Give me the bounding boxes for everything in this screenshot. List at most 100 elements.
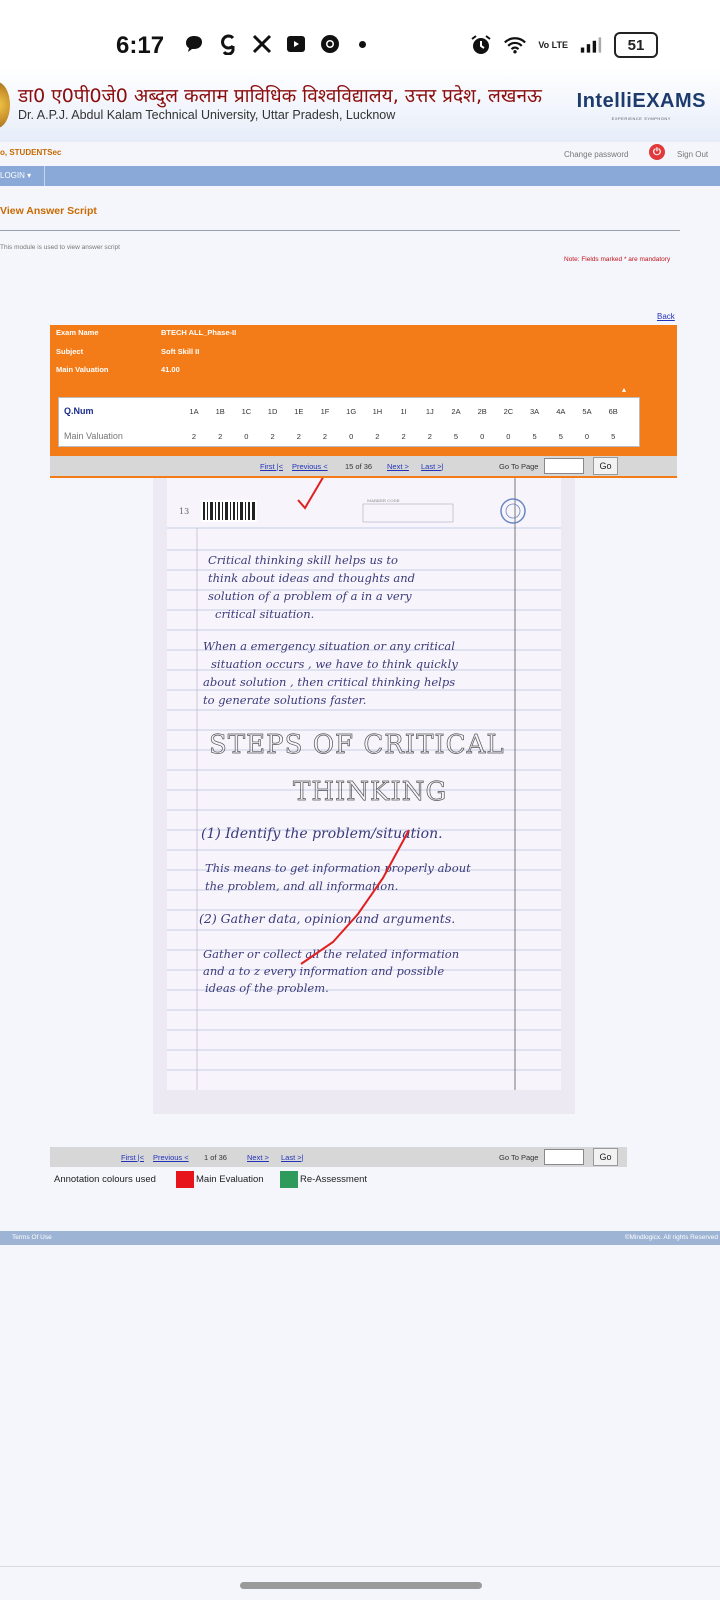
first-page-link-bottom[interactable]: First |< [121,1153,144,1162]
collapse-icon[interactable]: ▴ [622,385,626,394]
goto-page-input-bottom[interactable] [544,1149,584,1165]
answer-line-7: about solution , then critical thinking … [203,675,455,689]
answer-line-1: Critical thinking skill helps us to [208,553,398,567]
g-icon [217,33,239,55]
question-1f: 1F [320,407,330,416]
legend-title: Annotation colours used [54,1174,156,1185]
question-1j: 1J [425,407,434,416]
question-3a: 3A [530,407,540,416]
barcode [201,500,257,522]
marker-code-label: MARKER CODE [367,498,400,503]
copyright-text: ©Mindlogicx. All rights Reserved [624,1234,718,1241]
mandatory-note: Note: Fields marked * are mandatory [564,256,671,263]
network-label: Vo LTE [538,39,568,50]
welcome-user: o, STUDENTSec [0,148,62,157]
power-icon[interactable]: ⏻ [649,144,665,160]
mark-4a: 5 [558,432,563,441]
user-bar: o, STUDENTSec Change password ⏻ Sign Out [0,142,720,166]
mark-1c: 0 [244,432,249,441]
mark-1f: 2 [322,432,328,441]
answer-line-13: ideas of the problem. [205,981,329,995]
mark-1g: 0 [349,432,354,441]
first-page-link[interactable]: First |< [260,462,283,471]
site-footer: Terms Of Use ©Mindlogicx. All rights Res… [0,1231,720,1245]
question-5a: 5A [582,407,592,416]
question-1c: 1C [241,407,252,416]
subject-label: Subject [56,347,84,356]
page-status-bottom: 1 of 36 [204,1153,227,1162]
marks-table: Q.Num 1A 1B 1C 1D 1E 1F 1G 1H 1I 1J 2A 2B 2C 3A 4A 5A 6B… [58,397,640,447]
goto-page-input[interactable] [544,458,584,474]
gesture-bar[interactable] [240,1582,482,1589]
x-icon [251,33,273,55]
go-button-bottom[interactable]: Go [593,1148,618,1166]
brand-tagline: EXPERIENCE SYMPHONY [611,116,671,121]
answer-line-6: situation occurs , we have to think quic… [211,657,458,671]
page-status: 15 of 36 [345,462,373,471]
last-page-link[interactable]: Last >| [421,462,444,471]
login-menu[interactable]: LOGIN ▾ [0,171,31,180]
terms-link[interactable]: Terms Of Use [12,1234,52,1241]
mark-1b: 2 [218,432,223,441]
marks-row: Main Valuation 2 2 0 2 2 2 0 2 2 2 5 0 0 5 5 0 5 [59,423,639,448]
reassessment-label: Re-Assessment [300,1174,368,1185]
last-page-link-bottom[interactable]: Last >| [281,1153,304,1162]
question-1b: 1B [215,407,225,416]
answer-line-2: think about ideas and thoughts and [208,571,415,585]
change-password-link[interactable]: Change password [564,150,628,159]
answer-line-12: and a to z every information and possibl… [203,964,444,978]
main-evaluation-swatch [176,1171,194,1188]
notification-icons [183,33,366,55]
system-icons: Vo LTE 51 [470,32,658,58]
sign-out-link[interactable]: Sign Out [677,150,708,159]
chat-icon [183,33,205,55]
mark-1e: 2 [296,432,301,441]
mark-1a: 2 [191,432,197,441]
question-1i: 1I [400,407,407,416]
mark-2a: 5 [453,432,459,441]
question-1g: 1G [346,407,357,416]
pager-top: First |< Previous < 15 of 36 Next > Last… [50,456,677,476]
question-4a: 4A [556,407,566,416]
answer-line-9: This means to get information properly a… [205,861,471,875]
go-button[interactable]: Go [593,457,618,475]
answer-heading-1: STEPS OF CRITICAL [209,730,505,760]
next-page-link-bottom[interactable]: Next > [247,1153,269,1162]
site-header: डा0 ए0पी0जे0 अब्दुल कलाम प्राविधिक विश्व… [0,68,720,142]
video-icon [285,33,307,55]
mark-6b: 5 [611,432,616,441]
dot-icon [359,40,366,48]
question-header-row: Q.Num 1A 1B 1C 1D 1E 1F 1G 1H 1I 1J 2A 2B 2C 3A 4A 5A 6B [59,398,639,423]
question-1h: 1H [372,407,383,416]
exam-name-label: Exam Name [56,328,99,337]
university-logo [0,82,10,128]
mark-1j: 2 [427,432,432,441]
exam-info-panel: Exam Name BTECH ALL_Phase-II Subject Sof… [50,325,677,478]
answer-heading-2: THINKING [293,777,447,807]
question-6b: 6B [608,407,618,416]
qnum-label: Q.Num [64,406,94,416]
english-university-title: Dr. A.P.J. Abdul Kalam Technical Univers… [18,108,396,122]
main-nav: LOGIN ▾ [0,166,720,186]
annotation-legend: Annotation colours used Main Evaluation … [54,1170,454,1190]
question-2a: 2A [451,407,461,416]
next-page-link[interactable]: Next > [387,462,409,471]
nav-divider [44,166,45,186]
wifi-icon [504,34,527,56]
previous-page-link[interactable]: Previous < [292,462,328,471]
chrome-icon [319,33,341,55]
mark-5a: 0 [584,432,590,441]
valuation-label: Main Valuation [56,365,109,374]
mark-1d: 2 [270,432,275,441]
pager-bottom: First |< Previous < 1 of 36 Next > Last … [50,1147,627,1167]
answer-line-3: solution of a problem of a in a very [208,589,412,603]
answer-line-8: to generate solutions faster. [203,693,366,707]
question-1e: 1E [294,407,304,416]
answer-line-10: the problem, and all information. [205,879,398,893]
mark-1i: 2 [401,432,406,441]
battery-icon: 51 [614,32,658,58]
question-1a: 1A [189,407,199,416]
previous-page-link-bottom[interactable]: Previous < [153,1153,189,1162]
mark-3a: 5 [532,432,537,441]
back-link[interactable]: Back [657,312,675,321]
